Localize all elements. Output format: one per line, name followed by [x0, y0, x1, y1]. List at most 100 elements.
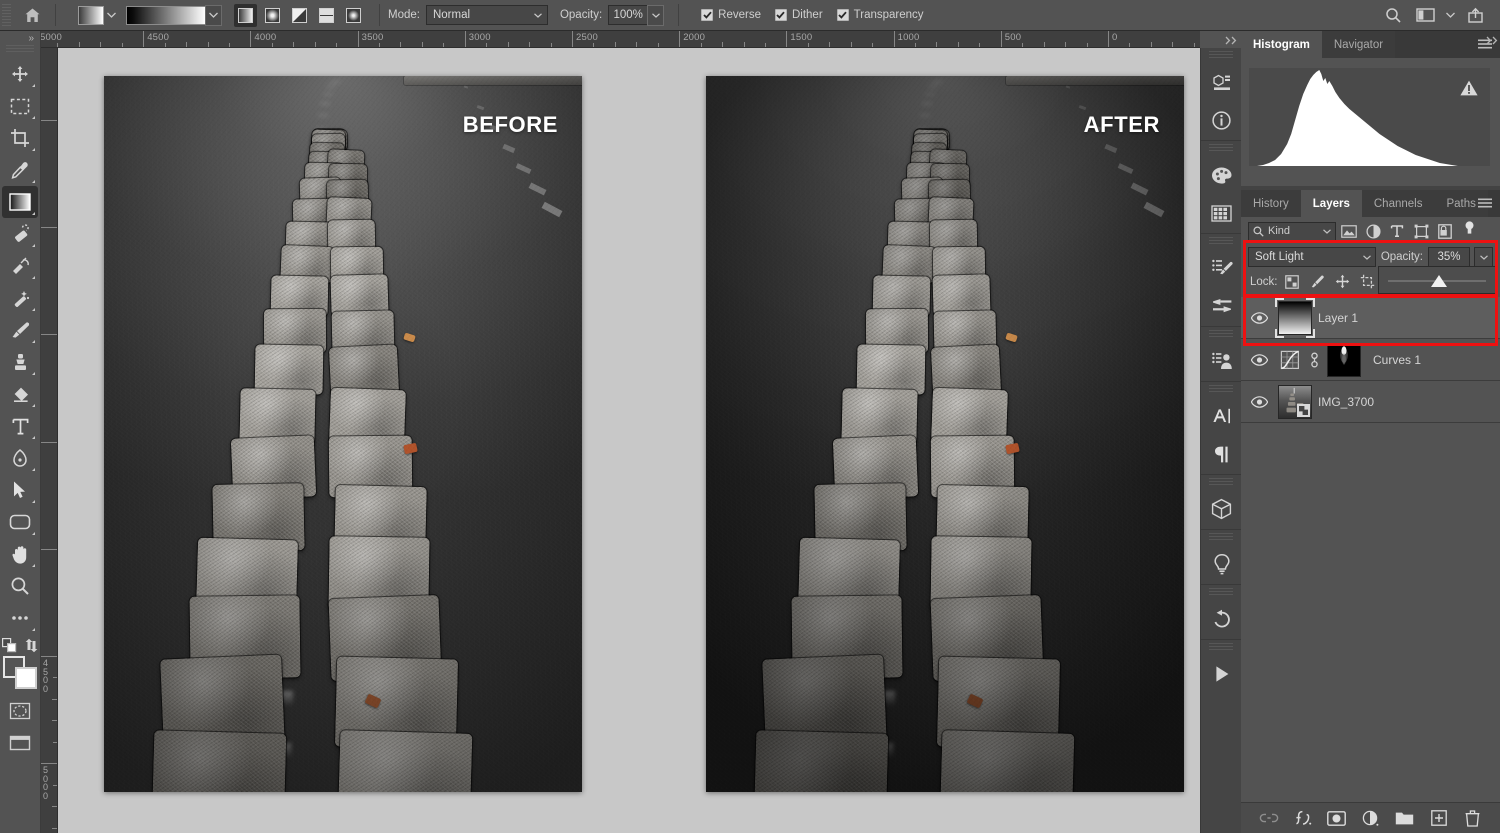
layer-name[interactable]: IMG_3700 [1318, 395, 1374, 409]
layer-thumbnail-photo[interactable] [1278, 385, 1312, 419]
type-tool[interactable] [2, 410, 38, 442]
options-bar-drag-handle[interactable] [2, 4, 11, 26]
home-icon[interactable] [17, 0, 47, 30]
rail-drag-handle[interactable] [1209, 478, 1233, 487]
workspace-chevron-down-icon[interactable] [1442, 0, 1458, 30]
path-selection-tool[interactable] [2, 474, 38, 506]
gradient-preset-chevron-down-icon[interactable] [104, 6, 118, 25]
reverse-checkbox[interactable]: Reverse [701, 9, 761, 21]
add-layer-mask-icon[interactable] [1327, 808, 1347, 828]
filter-smart-object-icon[interactable] [1434, 220, 1456, 242]
color-icon[interactable] [1201, 156, 1242, 194]
panel-menu-icon[interactable] [1478, 197, 1492, 209]
magic-wand-tool[interactable] [2, 282, 38, 314]
gradient-preview[interactable] [126, 6, 206, 25]
blend-mode-select[interactable]: Normal [426, 5, 548, 25]
layer-opacity-input[interactable]: 35% [1428, 247, 1470, 267]
layer-row-layer-1[interactable]: Layer 1 [1241, 297, 1500, 339]
new-group-icon[interactable] [1395, 808, 1415, 828]
zoom-tool[interactable] [2, 570, 38, 602]
screen-mode-icon[interactable] [2, 727, 38, 759]
before-image[interactable]: BEFORE [104, 76, 582, 792]
tab-channels[interactable]: Channels [1362, 190, 1435, 217]
brush-settings-icon[interactable] [1201, 249, 1242, 287]
layer-opacity-chevron-down-icon[interactable] [1474, 247, 1493, 267]
lightbulb-icon[interactable] [1201, 545, 1242, 583]
opacity-input[interactable]: 100% [608, 5, 648, 25]
filter-pixel-icon[interactable] [1338, 220, 1360, 242]
libraries-icon[interactable] [1201, 63, 1242, 101]
link-layers-icon[interactable] [1259, 808, 1279, 828]
linear-gradient-button[interactable] [234, 4, 257, 27]
expand-panels-icon[interactable] [1486, 36, 1499, 45]
add-layer-style-icon[interactable] [1293, 808, 1313, 828]
lock-position-icon[interactable] [1332, 271, 1353, 292]
vertical-ruler[interactable]: 450050005500 [41, 48, 58, 833]
layer-blend-mode-select[interactable]: Soft Light [1248, 247, 1376, 267]
default-colors-icon[interactable] [2, 638, 17, 653]
rail-drag-handle[interactable] [1209, 643, 1233, 652]
layer-name[interactable]: Layer 1 [1318, 311, 1358, 325]
filter-toggle-icon[interactable] [1458, 220, 1480, 242]
tab-history[interactable]: History [1241, 190, 1301, 217]
brushes-icon[interactable] [1201, 287, 1242, 325]
foreground-background-color[interactable] [2, 655, 38, 689]
character-icon[interactable] [1201, 397, 1242, 435]
toolbar-drag-handle[interactable] [6, 45, 34, 54]
quick-mask-icon[interactable] [2, 695, 38, 727]
layer-mask-link-icon[interactable] [1308, 350, 1321, 370]
new-layer-icon[interactable] [1429, 808, 1449, 828]
play-icon[interactable] [1201, 655, 1242, 693]
lock-transparent-pixels-icon[interactable] [1282, 271, 1303, 292]
radial-gradient-button[interactable] [261, 4, 284, 27]
lock-artboard-nesting-icon[interactable] [1357, 271, 1378, 292]
adjustment-curves-icon[interactable] [1278, 348, 1302, 372]
diamond-gradient-button[interactable] [342, 4, 365, 27]
info-icon[interactable] [1201, 101, 1242, 139]
clone-source-tool[interactable] [2, 250, 38, 282]
toolbar-expand-button[interactable]: » [0, 31, 40, 45]
new-adjustment-layer-icon[interactable] [1361, 808, 1381, 828]
workspace-icon[interactable] [1410, 0, 1440, 30]
edit-toolbar-tool[interactable] [2, 602, 38, 634]
opacity-slider-thumb[interactable] [1431, 275, 1447, 287]
transparency-checkbox[interactable]: Transparency [837, 9, 924, 21]
reflected-gradient-button[interactable] [315, 4, 338, 27]
rectangular-marquee-tool[interactable] [2, 90, 38, 122]
background-color-swatch[interactable] [15, 667, 37, 689]
layer-row-curves-1[interactable]: Curves 1 [1241, 339, 1500, 381]
crop-tool[interactable] [2, 122, 38, 154]
move-tool[interactable] [2, 58, 38, 90]
layer-row-img-3700[interactable]: IMG_3700 [1241, 381, 1500, 423]
after-image[interactable]: AFTER [706, 76, 1184, 792]
layer-mask-thumbnail[interactable] [1327, 343, 1361, 377]
filter-shape-icon[interactable] [1410, 220, 1432, 242]
layer-visibility-toggle[interactable] [1246, 312, 1272, 324]
layer-name[interactable]: Curves 1 [1373, 353, 1421, 367]
swap-colors-icon[interactable] [24, 638, 39, 653]
dither-checkbox[interactable]: Dither [775, 9, 823, 21]
filter-type-icon[interactable] [1386, 220, 1408, 242]
pen-tool[interactable] [2, 442, 38, 474]
horizontal-ruler[interactable]: 5000450040003500300025002000150010005000… [41, 31, 1200, 48]
layer-thumbnail-gradient[interactable] [1278, 301, 1312, 335]
delete-layer-icon[interactable] [1463, 808, 1483, 828]
angle-gradient-button[interactable] [288, 4, 311, 27]
rail-drag-handle[interactable] [1209, 588, 1233, 597]
layer-kind-select[interactable]: Kind [1248, 222, 1336, 241]
rail-drag-handle[interactable] [1209, 533, 1233, 542]
layer-visibility-toggle[interactable] [1246, 396, 1272, 408]
layer-visibility-toggle[interactable] [1246, 354, 1272, 366]
rail-drag-handle[interactable] [1209, 330, 1233, 339]
search-icon[interactable] [1378, 0, 1408, 30]
rail-drag-handle[interactable] [1209, 237, 1233, 246]
rail-drag-handle[interactable] [1209, 51, 1233, 60]
clone-stamp-tool[interactable] [2, 346, 38, 378]
gradient-tool[interactable] [2, 186, 38, 218]
hand-tool[interactable] [2, 538, 38, 570]
document-canvas[interactable]: BEFORE AFTER [58, 48, 1200, 833]
gradient-preset-swatch[interactable] [78, 6, 104, 25]
paragraph-icon[interactable] [1201, 435, 1242, 473]
tab-layers[interactable]: Layers [1301, 190, 1362, 217]
history-icon[interactable] [1201, 600, 1242, 638]
